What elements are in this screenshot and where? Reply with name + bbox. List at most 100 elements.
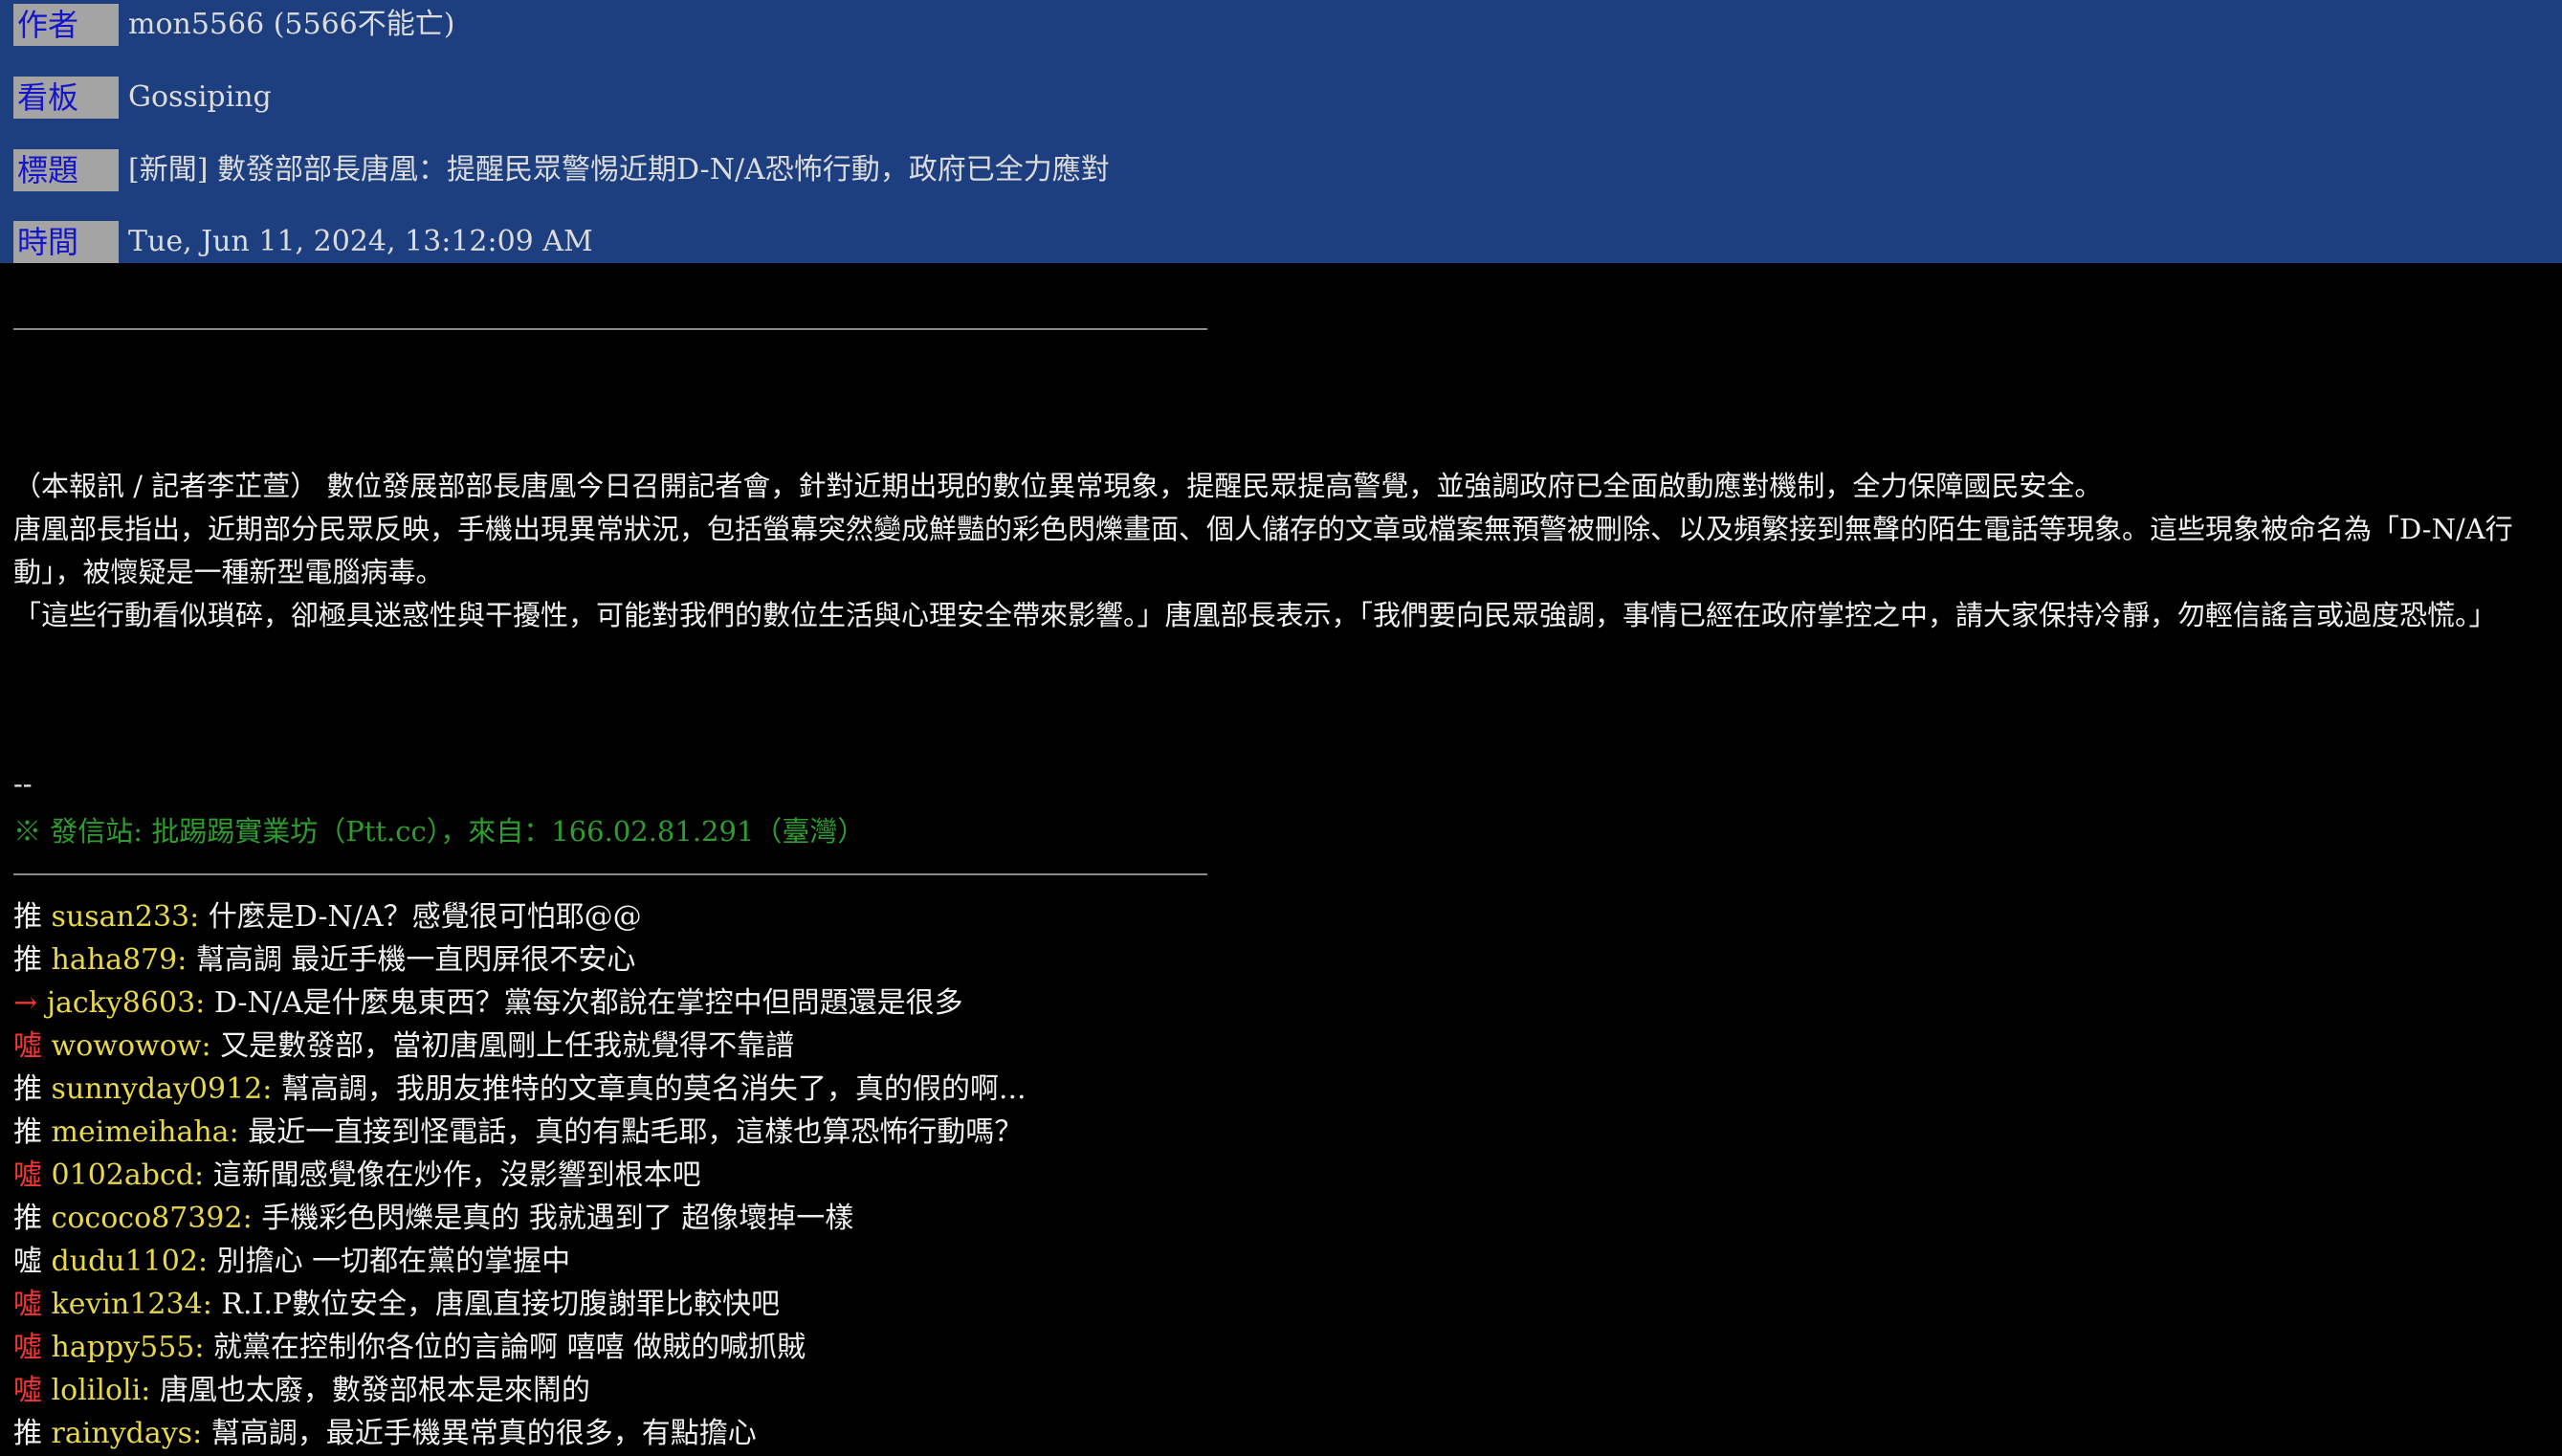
comment-tag: 推: [13, 900, 42, 934]
meta-row-time: 時間 Tue, Jun 11, 2024, 13:12:09 AM: [13, 221, 593, 263]
comment-tag: 噓: [13, 1158, 42, 1192]
comment-colon: :: [202, 1288, 222, 1321]
comment-tag: 推: [13, 1072, 42, 1106]
comment-row: 推 meimeihaha: 最近一直接到怪電話，真的有點毛耶，這樣也算恐怖行動嗎…: [13, 1111, 2539, 1154]
comment-text: D-N/A是什麼鬼東西？黨每次都說在掌控中但問題還是很多: [213, 986, 963, 1020]
meta-row-board: 看板 Gossiping: [13, 77, 272, 119]
comment-user[interactable]: kevin1234: [52, 1288, 203, 1321]
comment-colon: :: [197, 1245, 217, 1278]
comment-tag: 噓: [13, 1245, 42, 1278]
time-label: 時間: [13, 221, 119, 263]
comment-text: 唐凰也太廢，數發部根本是來鬧的: [159, 1374, 590, 1407]
comment-user[interactable]: susan233: [52, 900, 190, 934]
comment-user[interactable]: haha879: [52, 943, 178, 977]
title-value: [新聞] 數發部部長唐凰：提醒民眾警惕近期D-N/A恐怖行動，政府已全力應對: [128, 153, 1110, 187]
signature-separator: --: [13, 767, 33, 800]
comment-colon: :: [189, 900, 209, 934]
comment-text: 什麼是D-N/A？感覺很可怕耶@@: [208, 900, 642, 934]
comment-row: 推 sunnyday0912: 幫高調，我朋友推特的文章真的莫名消失了，真的假的…: [13, 1068, 2539, 1111]
comment-user[interactable]: cococo87392: [52, 1202, 243, 1235]
article-paragraph: 「這些行動看似瑣碎，卻極具迷惑性與干擾性，可能對我們的數位生活與心理安全帶來影響…: [13, 599, 2497, 631]
header-divider: [13, 328, 1207, 330]
comment-text: 這新聞感覺像在炒作，沒影響到根本吧: [212, 1158, 701, 1192]
comment-user[interactable]: meimeihaha: [52, 1115, 230, 1149]
comment-row: 噓 0102abcd: 這新聞感覺像在炒作，沒影響到根本吧: [13, 1154, 2539, 1197]
comment-colon: :: [195, 986, 214, 1020]
comment-user[interactable]: jacky8603: [47, 986, 195, 1020]
comment-user[interactable]: rainydays: [52, 1417, 193, 1450]
comment-tag: 推: [13, 1202, 42, 1235]
comment-colon: :: [194, 1158, 213, 1192]
comment-row: 噓 kevin1234: R.I.P數位安全，唐凰直接切腹謝罪比較快吧: [13, 1283, 2539, 1326]
board-value[interactable]: Gossiping: [128, 77, 272, 119]
comment-row: 推 rainydays: 幫高調，最近手機異常真的很多，有點擔心: [13, 1412, 2539, 1455]
comment-text: 幫高調，最近手機異常真的很多，有點擔心: [210, 1417, 757, 1450]
comment-text: 手機彩色閃爍是真的 我就遇到了 超像壞掉一樣: [261, 1202, 854, 1235]
comment-user[interactable]: sunnyday0912: [52, 1072, 263, 1106]
comment-colon: :: [201, 1029, 221, 1063]
comment-colon: :: [194, 1331, 214, 1364]
comment-row: 噓 wowowow: 又是數發部，當初唐凰剛上任我就覺得不靠譜: [13, 1025, 2539, 1068]
comment-text: 又是數發部，當初唐凰剛上任我就覺得不靠譜: [220, 1029, 795, 1063]
comment-row: 噓 dudu1102: 別擔心 一切都在黨的掌握中: [13, 1240, 2539, 1283]
comment-row: 推 susan233: 什麼是D-N/A？感覺很可怕耶@@: [13, 895, 2539, 938]
meta-row-title: 標題 [新聞] 數發部部長唐凰：提醒民眾警惕近期D-N/A恐怖行動，政府已全力應…: [13, 149, 1110, 191]
comment-tag: →: [13, 986, 38, 1020]
comment-colon: :: [192, 1417, 211, 1450]
comment-user[interactable]: wowowow: [52, 1029, 202, 1063]
title-label: 標題: [13, 149, 119, 191]
comment-row: 推 haha879: 幫高調 最近手機一直閃屏很不安心: [13, 938, 2539, 982]
comment-list: 推 susan233: 什麼是D-N/A？感覺很可怕耶@@ 推 haha879: …: [13, 895, 2539, 1455]
comment-colon: :: [262, 1072, 281, 1106]
comment-text: 最近一直接到怪電話，真的有點毛耶，這樣也算恐怖行動嗎？: [248, 1115, 1024, 1149]
article-paragraph: 唐凰部長指出，近期部分民眾反映，手機出現異常狀況，包括螢幕突然變成鮮豔的彩色閃爍…: [13, 513, 2513, 588]
meta-row-author: 作者 mon5566 (5566不能亡): [13, 4, 454, 46]
comment-tag: 噓: [13, 1288, 42, 1321]
comment-text: 幫高調 最近手機一直閃屏很不安心: [195, 943, 636, 977]
comment-row: 噓 happy555: 就黨在控制你各位的言論啊 嘻嘻 做賊的喊抓賊: [13, 1326, 2539, 1369]
comments-divider: [13, 873, 1207, 875]
author-label: 作者: [13, 4, 119, 46]
comment-colon: :: [229, 1115, 249, 1149]
comment-user[interactable]: happy555: [52, 1331, 195, 1364]
comment-user[interactable]: loliloli: [52, 1374, 142, 1407]
comment-tag: 噓: [13, 1029, 42, 1063]
article-paragraph: （本報訊 / 記者李芷萱） 數位發展部部長唐凰今日召開記者會，針對近期出現的數位…: [13, 470, 2103, 502]
comment-text: 別擔心 一切都在黨的掌握中: [216, 1245, 571, 1278]
author-value[interactable]: mon5566 (5566不能亡): [128, 4, 454, 46]
comment-row: → jacky8603: D-N/A是什麼鬼東西？黨每次都說在掌控中但問題還是很…: [13, 982, 2539, 1025]
comment-user[interactable]: 0102abcd: [52, 1158, 194, 1192]
board-label: 看板: [13, 77, 119, 119]
comment-tag: 推: [13, 943, 42, 977]
comment-text: 就黨在控制你各位的言論啊 嘻嘻 做賊的喊抓賊: [213, 1331, 806, 1364]
comment-colon: :: [242, 1202, 262, 1235]
comment-tag: 噓: [13, 1374, 42, 1407]
comment-row: 噓 loliloli: 唐凰也太廢，數發部根本是來鬧的: [13, 1369, 2539, 1412]
article-body: （本報訊 / 記者李芷萱） 數位發展部部長唐凰今日召開記者會，針對近期出現的數位…: [13, 465, 2556, 637]
article-header: 作者 mon5566 (5566不能亡) 看板 Gossiping 標題 [新聞…: [0, 0, 2562, 263]
comment-text: R.I.P數位安全，唐凰直接切腹謝罪比較快吧: [221, 1288, 781, 1321]
source-info: ※ 發信站: 批踢踢實業坊（Ptt.cc），來自：166.02.81.291（臺…: [13, 815, 866, 848]
comment-colon: :: [141, 1374, 160, 1407]
comment-tag: 推: [13, 1115, 42, 1149]
time-value: Tue, Jun 11, 2024, 13:12:09 AM: [128, 225, 593, 258]
comment-colon: :: [177, 943, 196, 977]
comment-row: 推 cococo87392: 手機彩色閃爍是真的 我就遇到了 超像壞掉一樣: [13, 1197, 2539, 1240]
comment-user[interactable]: dudu1102: [52, 1245, 198, 1278]
comment-tag: 推: [13, 1417, 42, 1450]
comment-text: 幫高調，我朋友推特的文章真的莫名消失了，真的假的啊...: [280, 1072, 1027, 1106]
comment-tag: 噓: [13, 1331, 42, 1364]
